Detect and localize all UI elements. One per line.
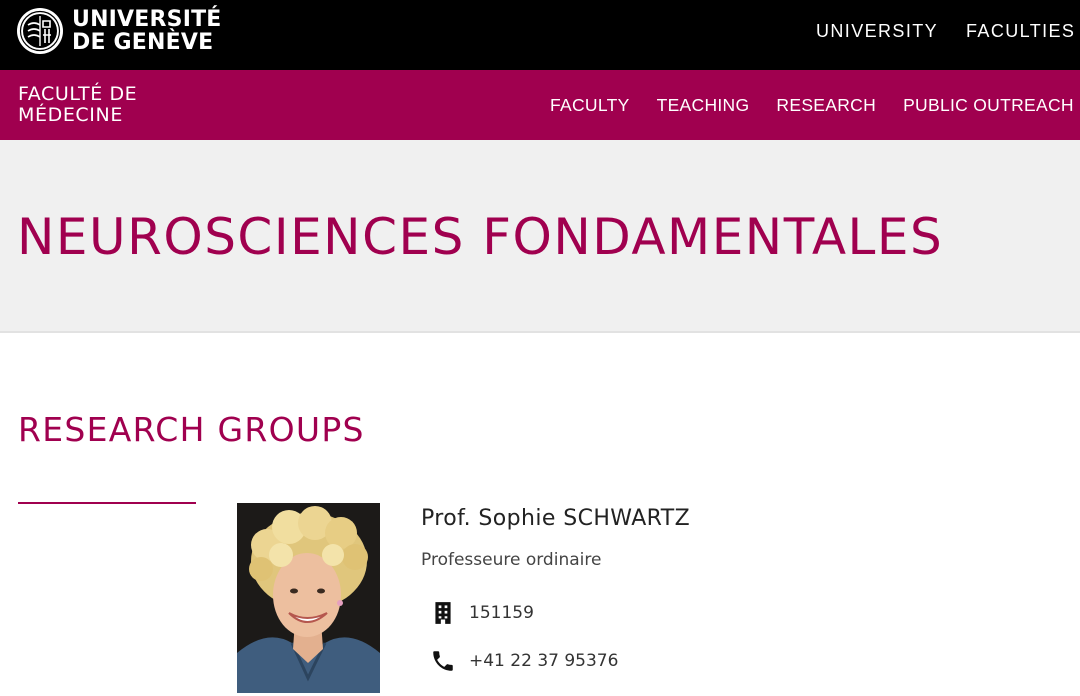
university-name-line2: DE GENÈVE: [72, 30, 214, 55]
top-nav-university[interactable]: UNIVERSITY: [816, 21, 938, 42]
top-header: UNIVERSITÉ DE GENÈVE UNIVERSITY FACULTIE…: [0, 0, 1080, 70]
faculty-title-line2: MÉDECINE: [18, 104, 123, 126]
person-photo[interactable]: [237, 503, 380, 693]
page-title: NEUROSCIENCES FONDAMENTALES: [17, 208, 944, 266]
faculty-bar: FACULTÉ DE MÉDECINE FACULTY TEACHING RES…: [0, 70, 1080, 140]
office-row: 151159: [430, 600, 534, 626]
faculty-nav-teaching[interactable]: TEACHING: [657, 95, 750, 116]
faculty-nav-research[interactable]: RESEARCH: [776, 95, 876, 116]
section-title: RESEARCH GROUPS: [18, 410, 365, 449]
university-name: UNIVERSITÉ DE GENÈVE: [72, 8, 222, 54]
top-nav: UNIVERSITY FACULTIES S: [816, 21, 1080, 42]
phone-number[interactable]: +41 22 37 95376: [469, 651, 618, 671]
hero-band: NEUROSCIENCES FONDAMENTALES: [0, 140, 1080, 333]
faculty-nav: FACULTY TEACHING RESEARCH PUBLIC OUTREAC…: [550, 95, 1080, 116]
person-name-link[interactable]: Prof. Sophie SCHWARTZ: [421, 506, 690, 531]
university-seal-icon: [17, 8, 63, 54]
person-portrait-image: [237, 503, 380, 693]
faculty-nav-public-outreach[interactable]: PUBLIC OUTREACH: [903, 95, 1074, 116]
person-role: Professeure ordinaire: [421, 550, 602, 570]
university-name-line1: UNIVERSITÉ: [72, 7, 222, 32]
building-icon: [435, 602, 451, 624]
faculty-title-link[interactable]: FACULTÉ DE MÉDECINE: [18, 84, 137, 126]
phone-icon: [433, 651, 453, 671]
faculty-title-line1: FACULTÉ DE: [18, 83, 138, 105]
section-divider: [18, 502, 196, 504]
faculty-nav-faculty[interactable]: FACULTY: [550, 95, 630, 116]
office-number: 151159: [469, 603, 534, 623]
university-logo-link[interactable]: UNIVERSITÉ DE GENÈVE: [16, 7, 222, 55]
phone-row: +41 22 37 95376: [430, 648, 618, 674]
top-nav-faculties[interactable]: FACULTIES: [966, 21, 1075, 42]
